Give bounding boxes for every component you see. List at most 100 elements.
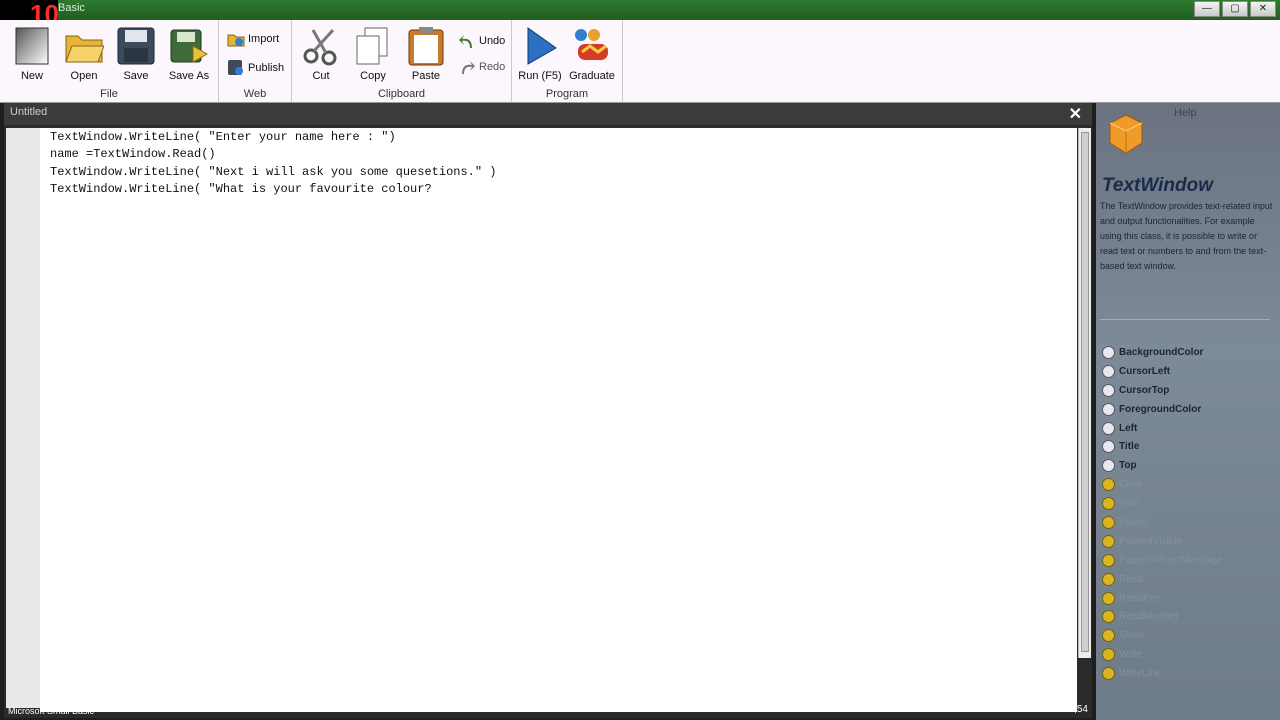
- cut-button[interactable]: Cut: [297, 24, 345, 86]
- undo-button[interactable]: Undo: [458, 30, 505, 52]
- maximize-button[interactable]: ▢: [1222, 1, 1248, 17]
- scrollbar-thumb[interactable]: [1081, 132, 1089, 652]
- minimize-button[interactable]: —: [1194, 1, 1220, 17]
- app-name-status: Microsoft Small Basic: [8, 706, 95, 716]
- property-icon: [1102, 364, 1115, 378]
- ribbon-toolbar: New Open Save Save As File Import Publis…: [0, 20, 1280, 103]
- graduate-button[interactable]: Graduate: [568, 24, 616, 86]
- operation-icon: [1102, 667, 1115, 681]
- file-group-label: File: [100, 88, 118, 100]
- line-number-gutter: [6, 128, 40, 708]
- operation-icon: [1102, 553, 1115, 567]
- copy-button[interactable]: Copy: [349, 24, 397, 86]
- publish-button[interactable]: Publish: [227, 57, 284, 79]
- code-line[interactable]: name =TextWindow.Read(): [50, 147, 496, 164]
- close-editor-button[interactable]: ✕: [1069, 104, 1082, 124]
- save-label: Save: [123, 70, 149, 82]
- undo-label: Undo: [479, 35, 506, 47]
- undo-icon: [458, 32, 476, 50]
- operation-icon: [1102, 478, 1115, 492]
- program-group: Run (F5) Graduate Program: [512, 20, 623, 102]
- property-icon: [1102, 402, 1115, 416]
- property-icon: [1102, 440, 1115, 454]
- member-list: BackgroundColor CursorLeft CursorTop For…: [1102, 343, 1222, 683]
- import-button[interactable]: Import: [227, 28, 279, 50]
- import-icon: [227, 30, 245, 48]
- web-group: Import Publish Web: [219, 20, 292, 102]
- save-button[interactable]: Save: [112, 24, 160, 86]
- operation-icon: [1102, 497, 1115, 511]
- save-as-icon: [169, 26, 209, 66]
- operation-item[interactable]: Show: [1102, 626, 1222, 645]
- operation-item[interactable]: ReadNumber: [1102, 607, 1222, 626]
- window-controls: — ▢ ✕: [1194, 1, 1276, 17]
- code-line[interactable]: TextWindow.WriteLine( "Next i will ask y…: [50, 165, 496, 182]
- editor-tab[interactable]: Untitled ✕: [4, 103, 1092, 125]
- clipboard-group: Cut Copy Paste Undo Redo Clipboard: [292, 20, 512, 102]
- copy-icon: [353, 26, 393, 66]
- object-cube-icon: [1108, 113, 1144, 155]
- operation-icon: [1102, 591, 1115, 605]
- operation-icon: [1102, 629, 1115, 643]
- operation-item[interactable]: PauseWithoutMessage: [1102, 551, 1222, 570]
- web-group-label: Web: [243, 88, 267, 100]
- property-icon: [1102, 345, 1115, 359]
- publish-label: Publish: [248, 62, 285, 74]
- operation-item[interactable]: ReadKey: [1102, 589, 1222, 608]
- graduate-label: Graduate: [569, 70, 615, 82]
- property-item[interactable]: CursorLeft: [1102, 362, 1222, 381]
- operation-item[interactable]: PauseIfVisible: [1102, 532, 1222, 551]
- folder-icon: [64, 26, 105, 66]
- window-title: Basic: [58, 2, 85, 14]
- property-icon: [1102, 421, 1115, 435]
- code-content[interactable]: TextWindow.WriteLine( "Enter your name h…: [50, 130, 496, 199]
- play-icon: [520, 26, 560, 66]
- redo-label: Redo: [479, 61, 506, 73]
- redo-icon: [458, 58, 476, 76]
- file-group: New Open Save Save As File: [0, 20, 219, 102]
- operation-icon: [1102, 648, 1115, 662]
- new-label: New: [20, 70, 43, 82]
- property-item[interactable]: Left: [1102, 419, 1222, 438]
- close-window-button[interactable]: ✕: [1250, 1, 1276, 17]
- copy-label: Copy: [360, 70, 386, 82]
- save-as-label: Save As: [168, 70, 210, 82]
- import-label: Import: [248, 33, 280, 45]
- vertical-scrollbar[interactable]: [1078, 128, 1091, 658]
- property-item[interactable]: Top: [1102, 456, 1222, 475]
- graduate-icon: [572, 26, 612, 66]
- paste-label: Paste: [411, 70, 441, 82]
- new-button[interactable]: New: [8, 24, 56, 86]
- paste-button[interactable]: Paste: [402, 24, 450, 86]
- floppy-disk-icon: [116, 26, 156, 66]
- property-item[interactable]: CursorTop: [1102, 381, 1222, 400]
- program-group-label: Program: [545, 88, 589, 100]
- code-editor[interactable]: [40, 128, 1077, 712]
- operation-item[interactable]: Clear: [1102, 475, 1222, 494]
- new-document-icon: [12, 26, 52, 66]
- operation-icon: [1102, 572, 1115, 586]
- operation-item[interactable]: Pause: [1102, 513, 1222, 532]
- open-button[interactable]: Open: [60, 24, 108, 86]
- publish-icon: [227, 59, 245, 77]
- property-item[interactable]: ForegroundColor: [1102, 400, 1222, 419]
- operation-item[interactable]: Write: [1102, 645, 1222, 664]
- property-item[interactable]: Title: [1102, 437, 1222, 456]
- operation-item[interactable]: Read: [1102, 570, 1222, 589]
- operation-icon: [1102, 534, 1115, 548]
- help-description: The TextWindow provides text-related inp…: [1100, 201, 1273, 271]
- help-divider: [1100, 319, 1270, 320]
- run-button[interactable]: Run (F5): [516, 24, 564, 86]
- open-label: Open: [70, 70, 98, 82]
- code-line[interactable]: TextWindow.WriteLine( "Enter your name h…: [50, 130, 496, 147]
- save-as-button[interactable]: Save As: [165, 24, 213, 86]
- property-icon: [1102, 383, 1115, 397]
- property-item[interactable]: BackgroundColor: [1102, 343, 1222, 362]
- code-line[interactable]: TextWindow.WriteLine( "What is your favo…: [50, 182, 496, 199]
- operation-item[interactable]: Hide: [1102, 494, 1222, 513]
- run-label: Run (F5): [518, 70, 562, 82]
- operation-item[interactable]: WriteLine: [1102, 664, 1222, 683]
- help-panel: Help TextWindow The TextWindow provides …: [1096, 103, 1280, 720]
- property-icon: [1102, 459, 1115, 473]
- redo-button[interactable]: Redo: [458, 56, 505, 78]
